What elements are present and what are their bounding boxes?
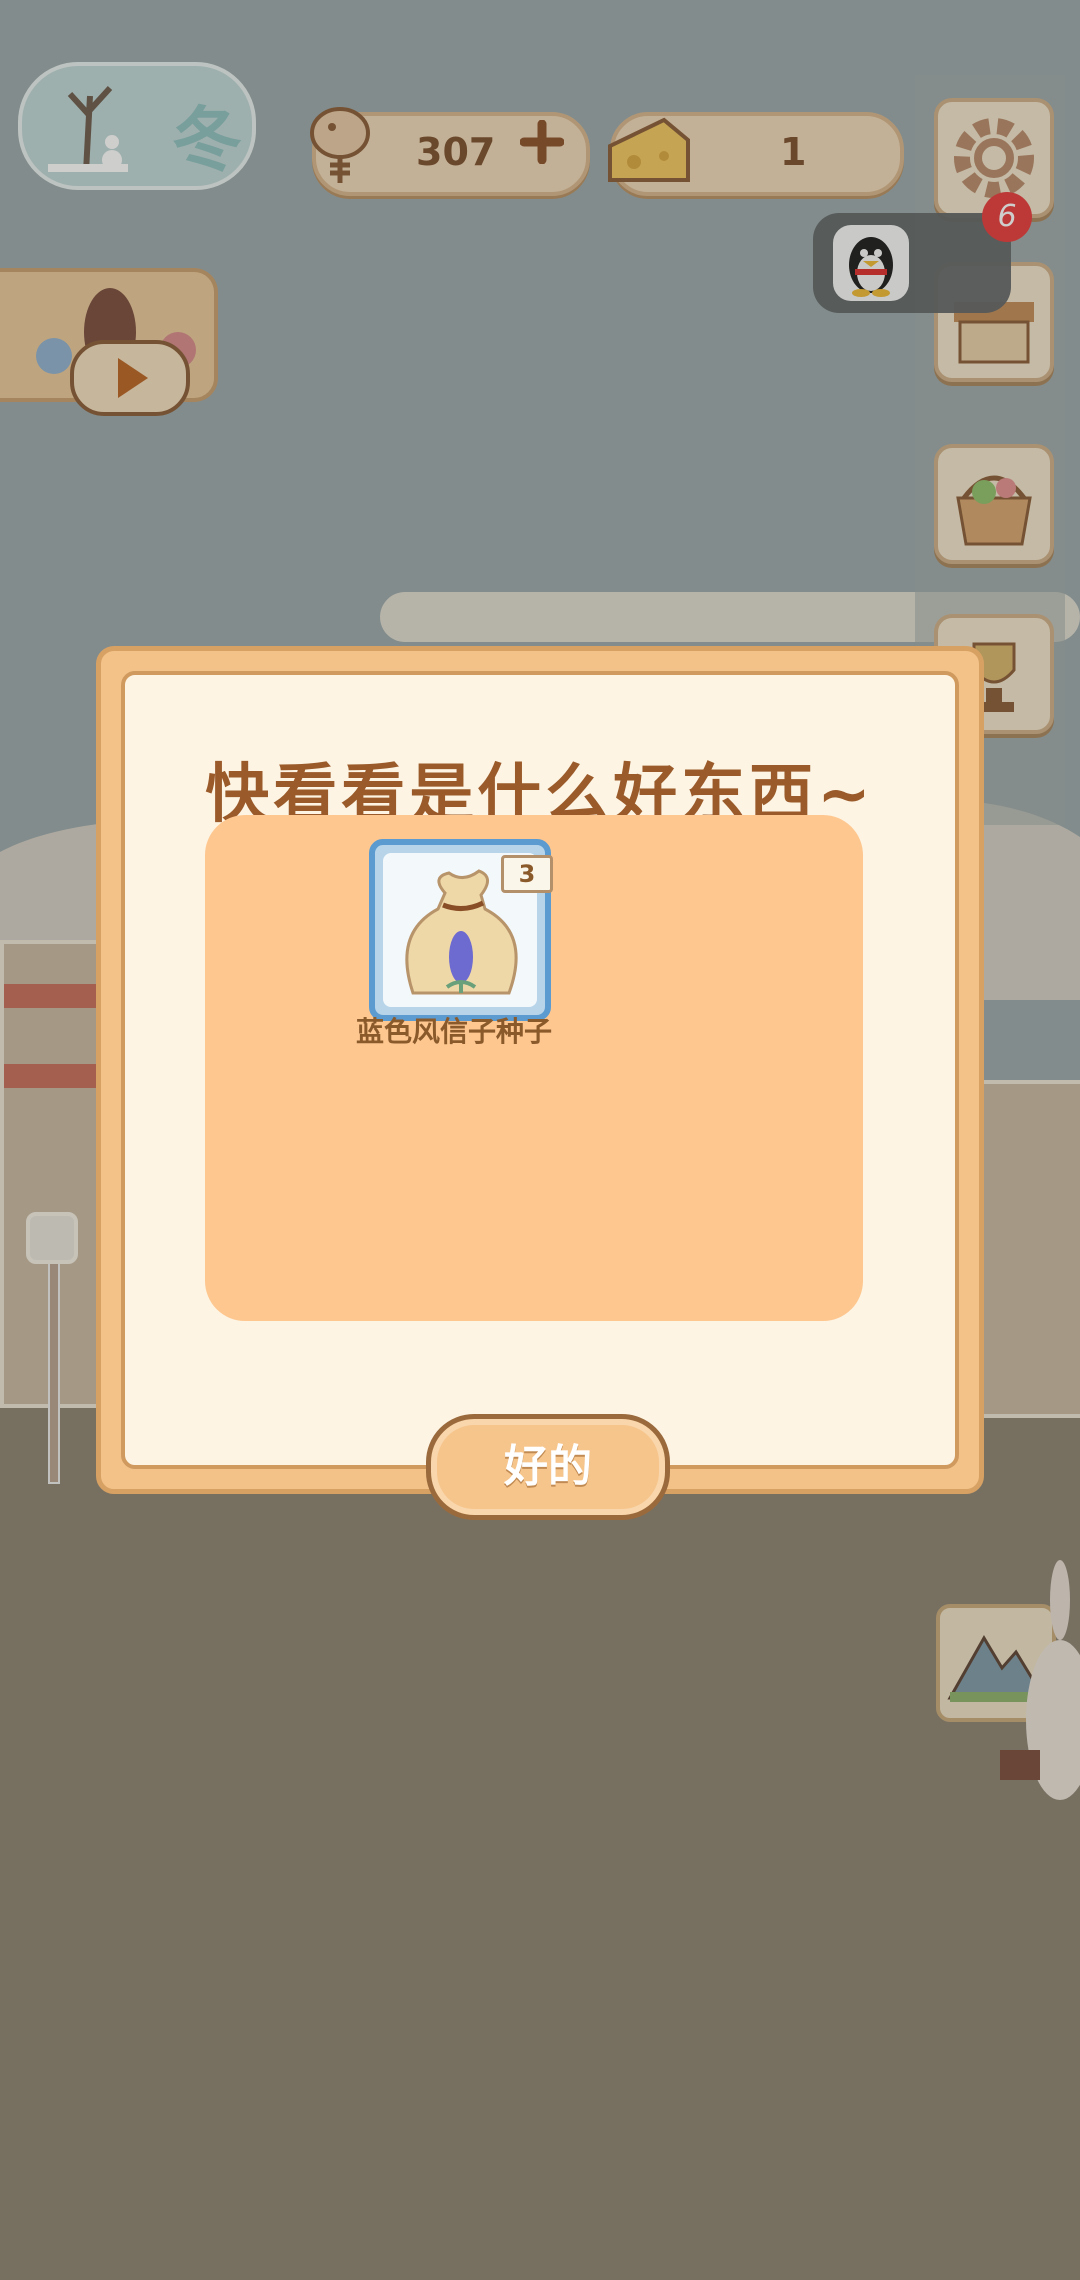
- reward-item-card[interactable]: 3: [369, 839, 553, 1021]
- confirm-button[interactable]: 好的: [426, 1414, 670, 1520]
- reward-item-name: 蓝色风信子种子: [355, 1015, 552, 1048]
- reward-item-frame: 3: [383, 853, 553, 1007]
- item-quantity: 3: [501, 855, 553, 893]
- reward-dialog: 快看看是什么好东西~ 3 蓝色风信子种子: [96, 646, 984, 1494]
- reward-dialog-body: 快看看是什么好东西~ 3 蓝色风信子种子: [121, 671, 959, 1469]
